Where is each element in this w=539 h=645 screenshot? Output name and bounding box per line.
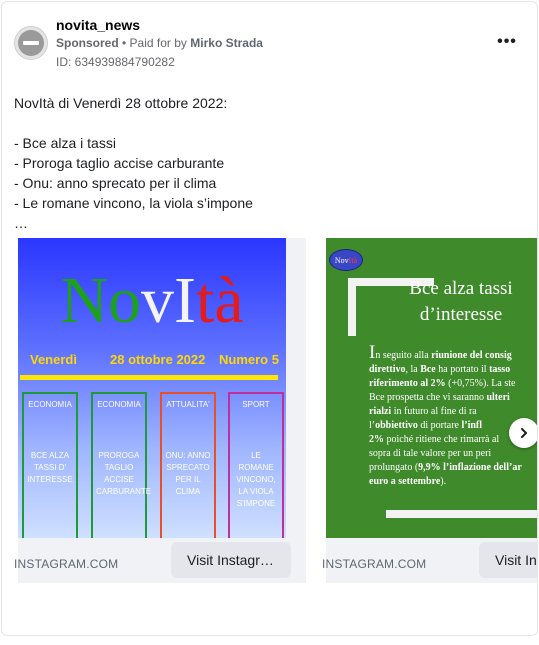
frame-bar [386,510,537,518]
title-line: Bce alza tassi [409,278,513,299]
article-line: prolungato (9,9% l’inflazione dell’ar [369,461,537,475]
box-header: ECONOMIA [97,400,141,409]
box-header: ECONOMIA [28,400,72,409]
carousel-next-button[interactable] [509,418,537,448]
article-text-run: poiché ritiene che rimarrà al [384,434,500,445]
article-text-run: di portare [417,420,462,431]
article-title: Bce alza tassi d’interesse [386,276,536,328]
box-text: PROROGA TAGLIO ACCISE CARBURANTE [96,451,152,496]
visit-instagram-button[interactable]: Visit Instagr… [171,542,291,578]
article-line: In seguito alla riunione del consig [369,343,537,363]
novita-logo: NovItà [18,266,286,336]
logo-part-green: No [60,264,142,337]
logo-part-red: Ità [348,255,358,265]
article-text-run: ). [440,476,447,487]
body-line: - Le romane vincono, la viola s’impone [14,195,253,211]
carousel: NovItà Venerdì 28 ottobre 2022 Numero 5 … [2,238,537,583]
frame-bar [348,278,356,336]
article-line: euro a settembre). [369,475,537,489]
body-line: - Bce alza i tassi [14,135,116,151]
body-line: NovItà di Venerdì 28 ottobre 2022: [14,95,228,111]
article-text-run: ulteri [486,392,510,403]
more-options-button[interactable]: ••• [495,32,519,52]
novita-small-logo: Nov Ità [329,249,363,271]
headline-box-attualita: ATTUALITA' ONU: ANNO SPRECATO PER IL CLI… [160,392,216,538]
title-line: d’interesse [419,304,503,325]
headline-box-economia: ECONOMIA BCE ALZA TASSI D' INTERESSE [22,392,78,538]
article-text-run: rialzi [369,406,392,417]
payer-name: Mirko Strada [190,36,263,50]
body-line: - Onu: anno sprecato per il clima [14,175,217,191]
slide-domain[interactable]: INSTAGRAM.COM [322,557,426,571]
box-text: BCE ALZA TASSI D' INTERESSE [27,451,73,484]
chevron-right-icon [521,428,527,438]
article-text-run: sopra di tale valore per un peri [369,448,492,459]
box-text: ONU: ANNO SPRECATO PER IL CLIMA [165,451,211,496]
ad-id: ID: 634939884790282 [56,55,175,69]
issue-day: Venerdì [30,352,77,367]
sponsor-line: Sponsored • Paid for by Mirko Strada [56,36,263,50]
more-horizontal-icon: ••• [497,33,517,50]
article-text-run: tasso [489,364,511,375]
article-line: rialzi in futuro al fine di ra [369,405,537,419]
page-name[interactable]: novita_news [56,17,140,33]
article-line: riferimento al 2% (+0,75%). La ste [369,377,537,391]
no-entry-icon [18,30,44,56]
article-text-run: (+0,75%). La ste [445,378,516,389]
article-line: sopra di tale valore per un peri [369,447,537,461]
article-text-run: in futuro al fine di ra [391,406,477,417]
body-line [14,113,514,133]
article-line: direttivo, la Bce ha portato il tasso [369,363,537,377]
headline-box-economia: ECONOMIA PROROGA TAGLIO ACCISE CARBURANT… [91,392,152,538]
issue-number: Numero 5 [219,352,279,367]
article-text-run: euro a settembre [369,476,441,487]
logo-part-red: tà [196,264,244,337]
article-text-run: Bce prospetta che vi saranno [369,392,487,403]
article-text-run: , la [405,364,421,375]
article-text-run: n seguito alla [375,350,432,361]
article-text-run: riferimento al 2% [369,378,446,389]
ad-card: novita_news Sponsored • Paid for by Mirk… [1,1,538,636]
article-text-run: 2% [369,434,384,445]
slide-image-article[interactable]: Nov Ità Bce alza tassi d’interesse In seg… [326,238,537,538]
slide-domain[interactable]: INSTAGRAM.COM [14,557,118,571]
logo-part-white: vI [141,264,196,337]
article-text-run: obbiettivo [375,420,418,431]
article-text-run: 9,9% l’inflazione dell’ar [418,462,522,473]
divider-line [20,375,278,380]
carousel-slide[interactable]: Nov Ità Bce alza tassi d’interesse In seg… [322,238,537,583]
article-text-run: l’infl [461,420,483,431]
box-text: LE ROMANE VINCONO, LA VIOLA S'IMPONE [236,451,276,508]
box-header: ATTUALITA' [166,400,210,409]
article-text: In seguito alla riunione del consig dire… [369,343,537,489]
article-text-run: direttivo [369,364,406,375]
slide-image-newspaper-cover[interactable]: NovItà Venerdì 28 ottobre 2022 Numero 5 … [18,238,286,538]
article-line: Bce prospetta che vi saranno ulteri [369,391,537,405]
ad-body-text: NovItà di Venerdì 28 ottobre 2022: - Bce… [14,93,514,233]
article-text-run: Bce [420,364,436,375]
body-line: … [14,215,28,231]
headline-box-sport: SPORT LE ROMANE VINCONO, LA VIOLA S'IMPO… [228,392,284,538]
article-text-run: riunione del consig [431,350,512,361]
page-avatar[interactable] [14,26,48,60]
article-text-run: ha portato il [435,364,490,375]
separator: • [118,36,130,50]
carousel-slide[interactable]: NovItà Venerdì 28 ottobre 2022 Numero 5 … [14,238,306,583]
paid-for-by-prefix: Paid for by [129,36,187,50]
article-text-run: prolungato ( [369,462,419,473]
issue-date: 28 ottobre 2022 [110,352,206,367]
visit-instagram-button[interactable]: Visit Ins [479,542,537,578]
box-header: SPORT [242,400,270,409]
body-line: - Proroga taglio accise carburante [14,155,225,171]
sponsored-label: Sponsored [56,36,119,50]
logo-part-white: Nov [334,255,349,265]
